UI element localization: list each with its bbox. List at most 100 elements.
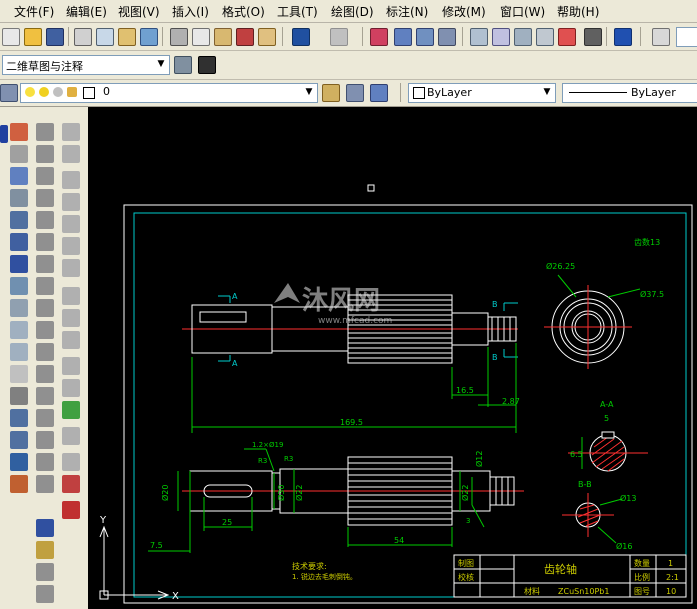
quick-dim-icon[interactable] [36, 299, 54, 317]
text-style-combo[interactable] [676, 27, 697, 47]
ordinate-icon[interactable] [36, 189, 54, 207]
text-icon[interactable] [36, 541, 54, 559]
move-icon[interactable] [10, 233, 28, 251]
save-icon[interactable] [46, 28, 64, 46]
aligned-dim-icon[interactable] [36, 145, 54, 163]
erase-icon[interactable] [10, 123, 28, 141]
continue-icon[interactable] [36, 343, 54, 361]
linetype-select[interactable]: ByLayer [562, 83, 697, 103]
snap-intersection-icon[interactable] [62, 215, 80, 233]
menu-insert[interactable]: 插入(I) [172, 3, 209, 20]
layer-previous-icon[interactable] [346, 84, 364, 102]
new-icon[interactable] [2, 28, 20, 46]
layer-states-icon[interactable] [370, 84, 388, 102]
paste-icon[interactable] [214, 28, 232, 46]
chevron-down-icon[interactable]: ▼ [302, 85, 316, 99]
fillet2-icon[interactable] [10, 453, 28, 471]
snap-from-icon[interactable] [62, 145, 80, 163]
snap-insert-icon[interactable] [62, 401, 80, 419]
block-editor-icon[interactable] [258, 28, 276, 46]
linear-dim-icon[interactable] [36, 123, 54, 141]
angular-dim-icon[interactable] [36, 277, 54, 295]
menu-modify[interactable]: 修改(M) [442, 3, 486, 20]
workspace-select[interactable]: 二维草图与注释 ▼ [2, 55, 170, 75]
trim-icon[interactable] [10, 321, 28, 339]
workspace-settings-icon[interactable] [174, 56, 192, 74]
tolerance-icon[interactable] [36, 387, 54, 405]
tool-palettes-icon[interactable] [514, 28, 532, 46]
pan-icon[interactable] [370, 28, 388, 46]
text-style-icon[interactable] [652, 28, 670, 46]
snap-midpoint-icon[interactable] [62, 193, 80, 211]
menu-tools[interactable]: 工具(T) [277, 3, 318, 20]
snap-extension-icon[interactable] [62, 259, 80, 277]
menu-format[interactable]: 格式(O) [222, 3, 265, 20]
properties-icon[interactable] [470, 28, 488, 46]
print-icon[interactable] [74, 28, 92, 46]
copy-icon[interactable] [192, 28, 210, 46]
explode-icon[interactable] [10, 475, 28, 493]
arc-length-icon[interactable] [36, 167, 54, 185]
save-workspace-icon[interactable] [198, 56, 216, 74]
rotate-icon[interactable] [10, 255, 28, 273]
color-select[interactable]: ByLayer ▼ [408, 83, 556, 103]
mirror-icon[interactable] [10, 167, 28, 185]
3d-dwf-icon[interactable] [140, 28, 158, 46]
extend-icon[interactable] [10, 343, 28, 361]
copy-object-icon[interactable] [10, 145, 28, 163]
zoom-realtime-icon[interactable] [394, 28, 412, 46]
baseline2-icon[interactable] [36, 563, 54, 581]
chevron-down-icon[interactable]: ▼ [154, 57, 168, 71]
offset-icon[interactable] [10, 189, 28, 207]
temp-track-icon[interactable] [62, 123, 80, 141]
help-icon[interactable] [614, 28, 632, 46]
snap-tangent-icon[interactable] [62, 331, 80, 349]
chamfer-icon[interactable] [10, 409, 28, 427]
radius-dim-icon[interactable] [36, 211, 54, 229]
design-center-icon[interactable] [492, 28, 510, 46]
zoom-previous-icon[interactable] [438, 28, 456, 46]
menu-dimension[interactable]: 标注(N) [386, 3, 428, 20]
sheet-set-icon[interactable] [536, 28, 554, 46]
snap-quadrant-icon[interactable] [62, 309, 80, 327]
center-mark-icon[interactable] [36, 409, 54, 427]
snap-apparent-icon[interactable] [62, 237, 80, 255]
break-icon[interactable] [10, 365, 28, 383]
snap-none-icon[interactable] [62, 475, 80, 493]
leader-icon[interactable] [36, 365, 54, 383]
menu-draw[interactable]: 绘图(D) [331, 3, 374, 20]
dim-text-edit-icon[interactable] [36, 453, 54, 471]
join-icon[interactable] [10, 387, 28, 405]
baseline-icon[interactable] [36, 321, 54, 339]
dim-update-icon[interactable] [36, 475, 54, 493]
menu-view[interactable]: 视图(V) [118, 3, 160, 20]
open-icon[interactable] [24, 28, 42, 46]
snap-node-icon[interactable] [62, 427, 80, 445]
snap-nearest-icon[interactable] [62, 453, 80, 471]
continue2-icon[interactable] [36, 585, 54, 603]
menu-file[interactable]: 文件(F) [14, 3, 54, 20]
menu-window[interactable]: 窗口(W) [500, 3, 545, 20]
drawing-canvas[interactable]: A A B B 16.5 2.87 169.5 齿数13 Ø26.25 Ø37.… [88, 107, 697, 609]
stretch-icon[interactable] [10, 299, 28, 317]
match-properties-icon[interactable] [236, 28, 254, 46]
redo-icon[interactable] [330, 28, 348, 46]
layer-manager-icon[interactable] [0, 84, 18, 102]
menu-edit[interactable]: 编辑(E) [66, 3, 107, 20]
snap-endpoint-icon[interactable] [62, 171, 80, 189]
markup-icon[interactable] [558, 28, 576, 46]
layer-select[interactable]: 0 ▼ [20, 83, 318, 103]
osnap-settings-icon[interactable] [62, 501, 80, 519]
fillet-icon[interactable] [10, 431, 28, 449]
cut-icon[interactable] [170, 28, 188, 46]
dim-style-icon[interactable] [36, 519, 54, 537]
jogged-icon[interactable] [36, 233, 54, 251]
make-current-icon[interactable] [322, 84, 340, 102]
snap-perpendicular-icon[interactable] [62, 357, 80, 375]
chevron-down-icon[interactable]: ▼ [540, 85, 554, 99]
undo-icon[interactable] [292, 28, 310, 46]
array-icon[interactable] [10, 211, 28, 229]
plot-preview-icon[interactable] [96, 28, 114, 46]
scale-icon[interactable] [10, 277, 28, 295]
snap-parallel-icon[interactable] [62, 379, 80, 397]
